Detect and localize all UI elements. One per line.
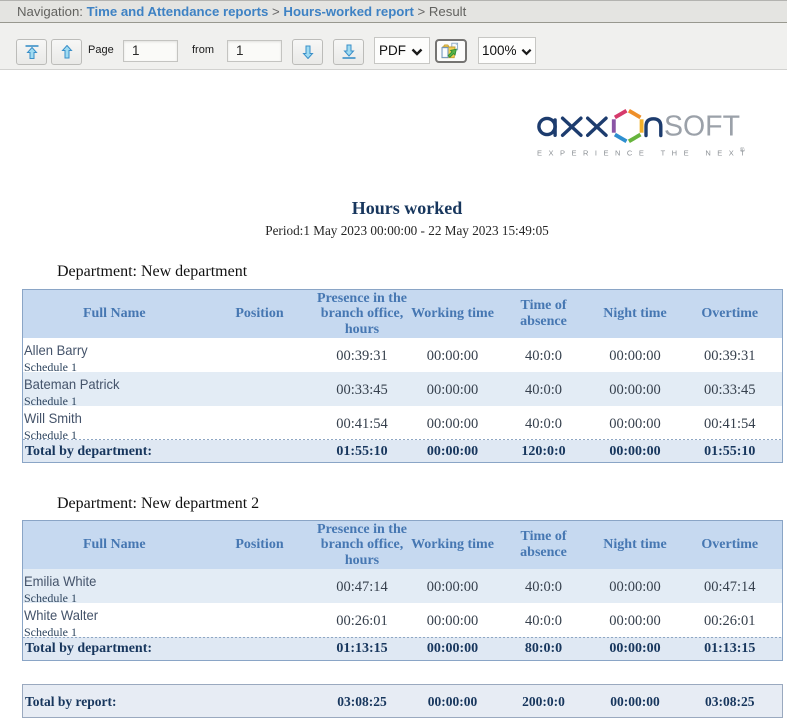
svg-text:SOFT: SOFT: [664, 111, 740, 143]
svg-text:EXPERIENCE THE NEXT: EXPERIENCE THE NEXT: [537, 149, 748, 158]
svg-text:®: ®: [740, 147, 745, 154]
